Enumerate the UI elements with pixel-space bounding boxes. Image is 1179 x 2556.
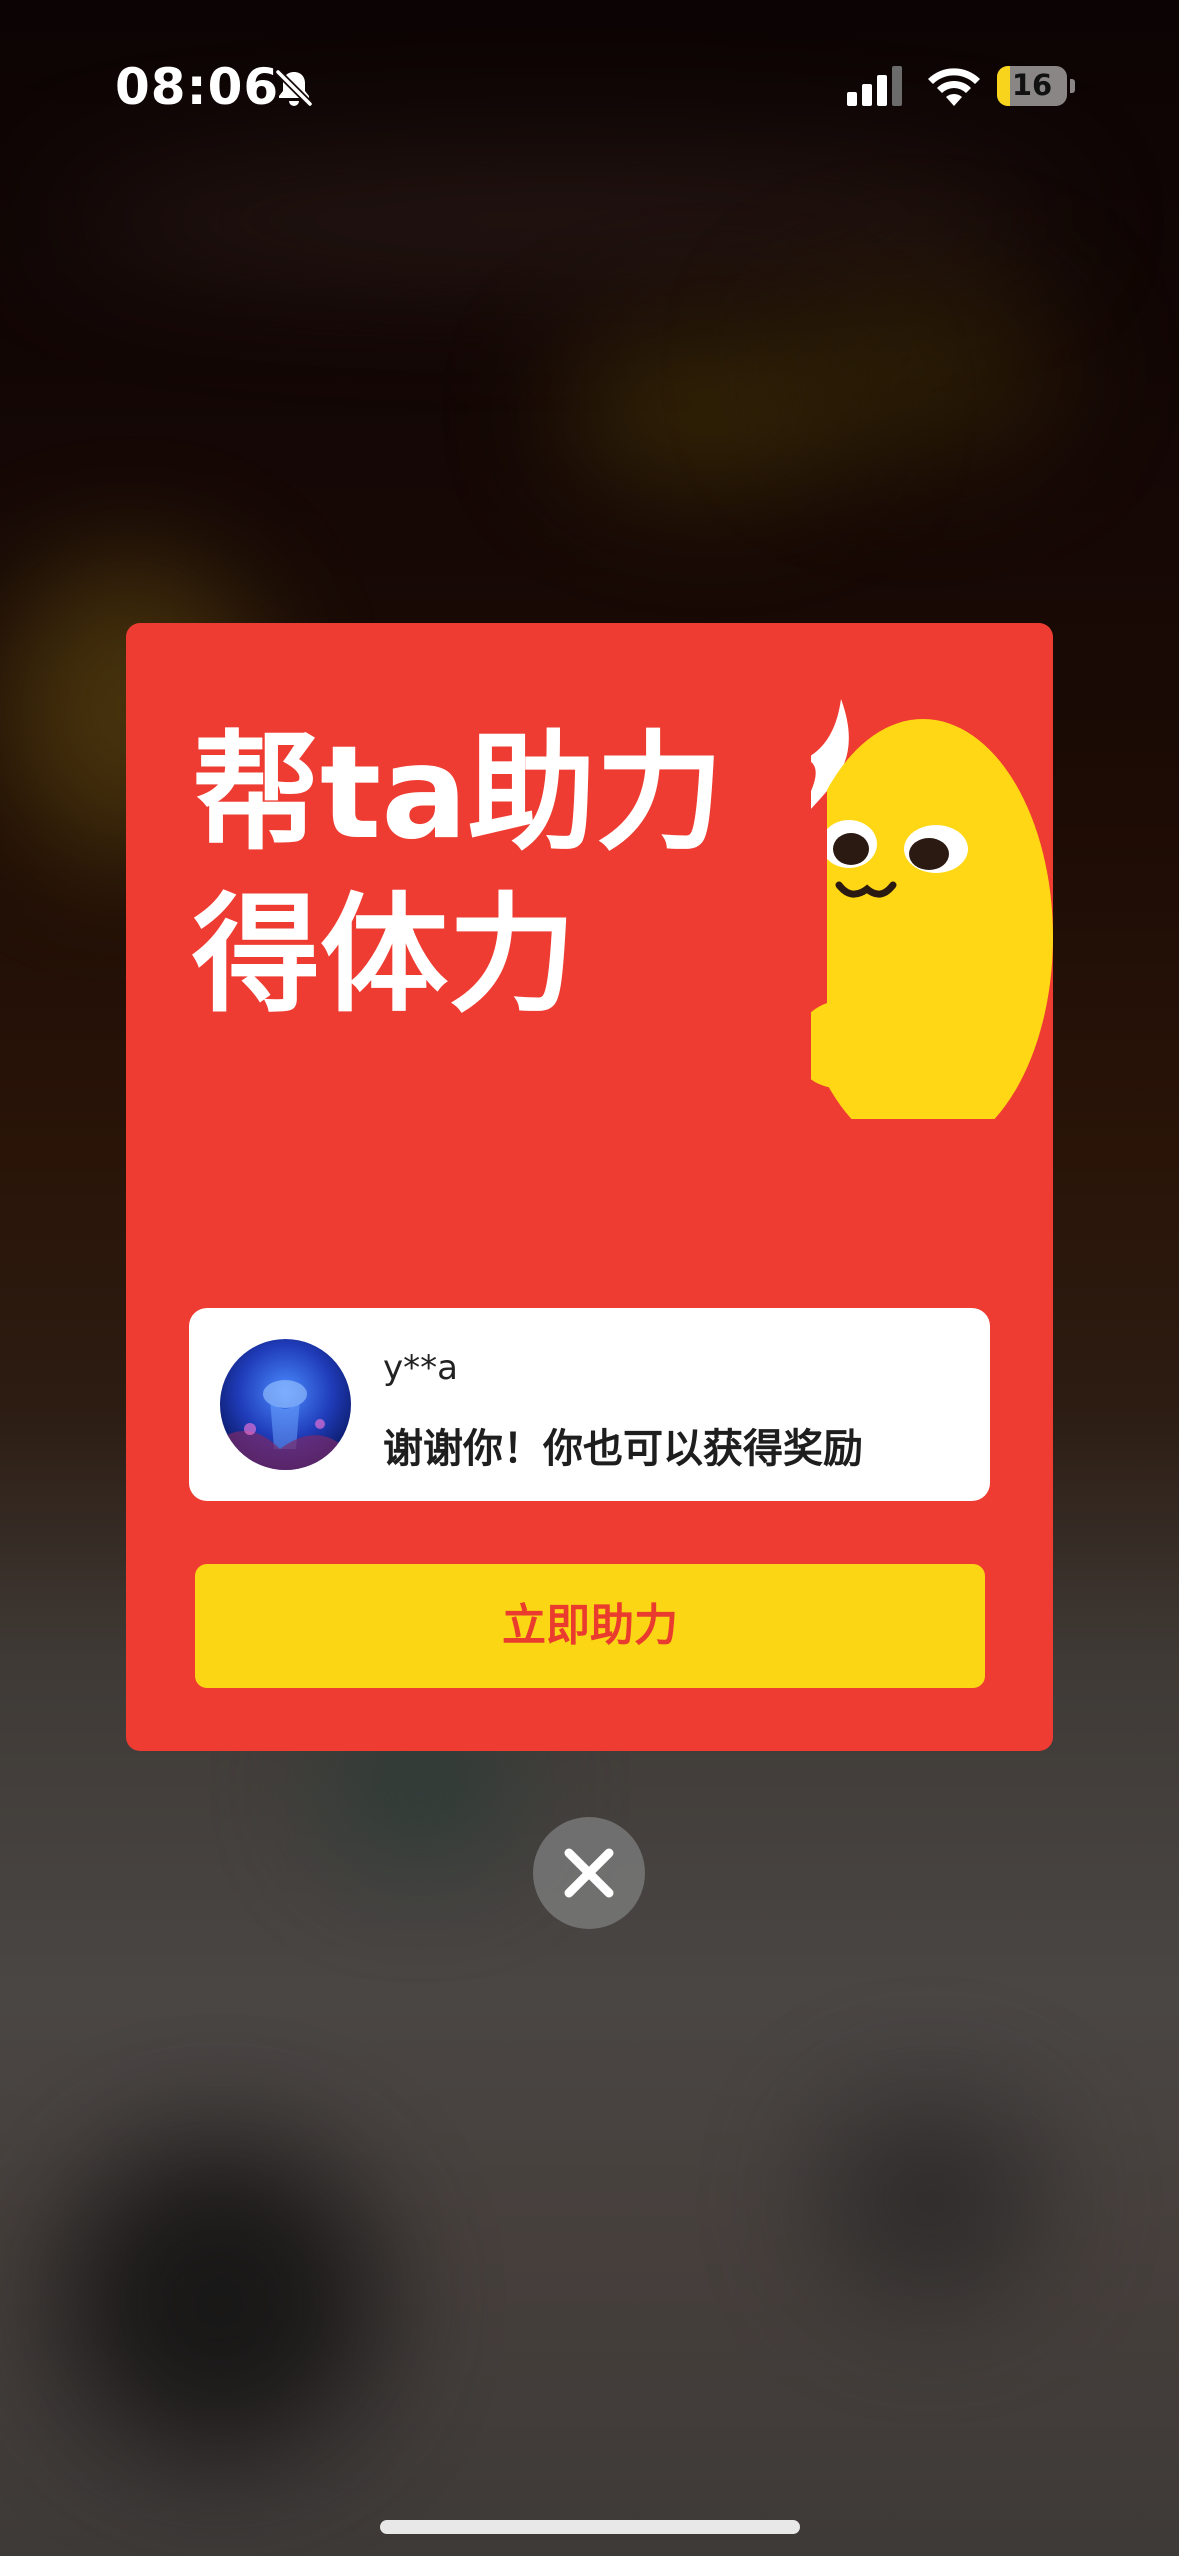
headline-line-1: 帮ta助力: [192, 719, 724, 868]
avatar: [220, 1339, 351, 1470]
assist-popup-card: 帮ta助力 得体力 y**a 谢谢你！你也可以获得奖励 立即助力: [126, 623, 1053, 1751]
status-bar: 08:06 16: [0, 0, 1179, 170]
status-time: 08:06: [115, 58, 280, 116]
battery-level: 16: [1011, 68, 1053, 102]
home-indicator[interactable]: [380, 2520, 800, 2534]
helper-username: y**a: [383, 1348, 458, 1388]
mascot-illustration: [811, 699, 1053, 1119]
close-icon: [564, 1848, 614, 1898]
signal-icon: [847, 66, 902, 106]
wifi-icon: [928, 68, 980, 106]
helper-message-text: 谢谢你！你也可以获得奖励: [383, 1426, 863, 1472]
popup-headline: 帮ta助力 得体力: [192, 713, 724, 1037]
battery-icon: 16: [997, 66, 1075, 106]
helper-message-box: y**a 谢谢你！你也可以获得奖励: [189, 1308, 990, 1501]
close-button[interactable]: [533, 1817, 645, 1929]
headline-line-2: 得体力: [192, 881, 577, 1030]
assist-now-button[interactable]: 立即助力: [195, 1564, 985, 1688]
bell-slash-icon: [275, 69, 313, 107]
